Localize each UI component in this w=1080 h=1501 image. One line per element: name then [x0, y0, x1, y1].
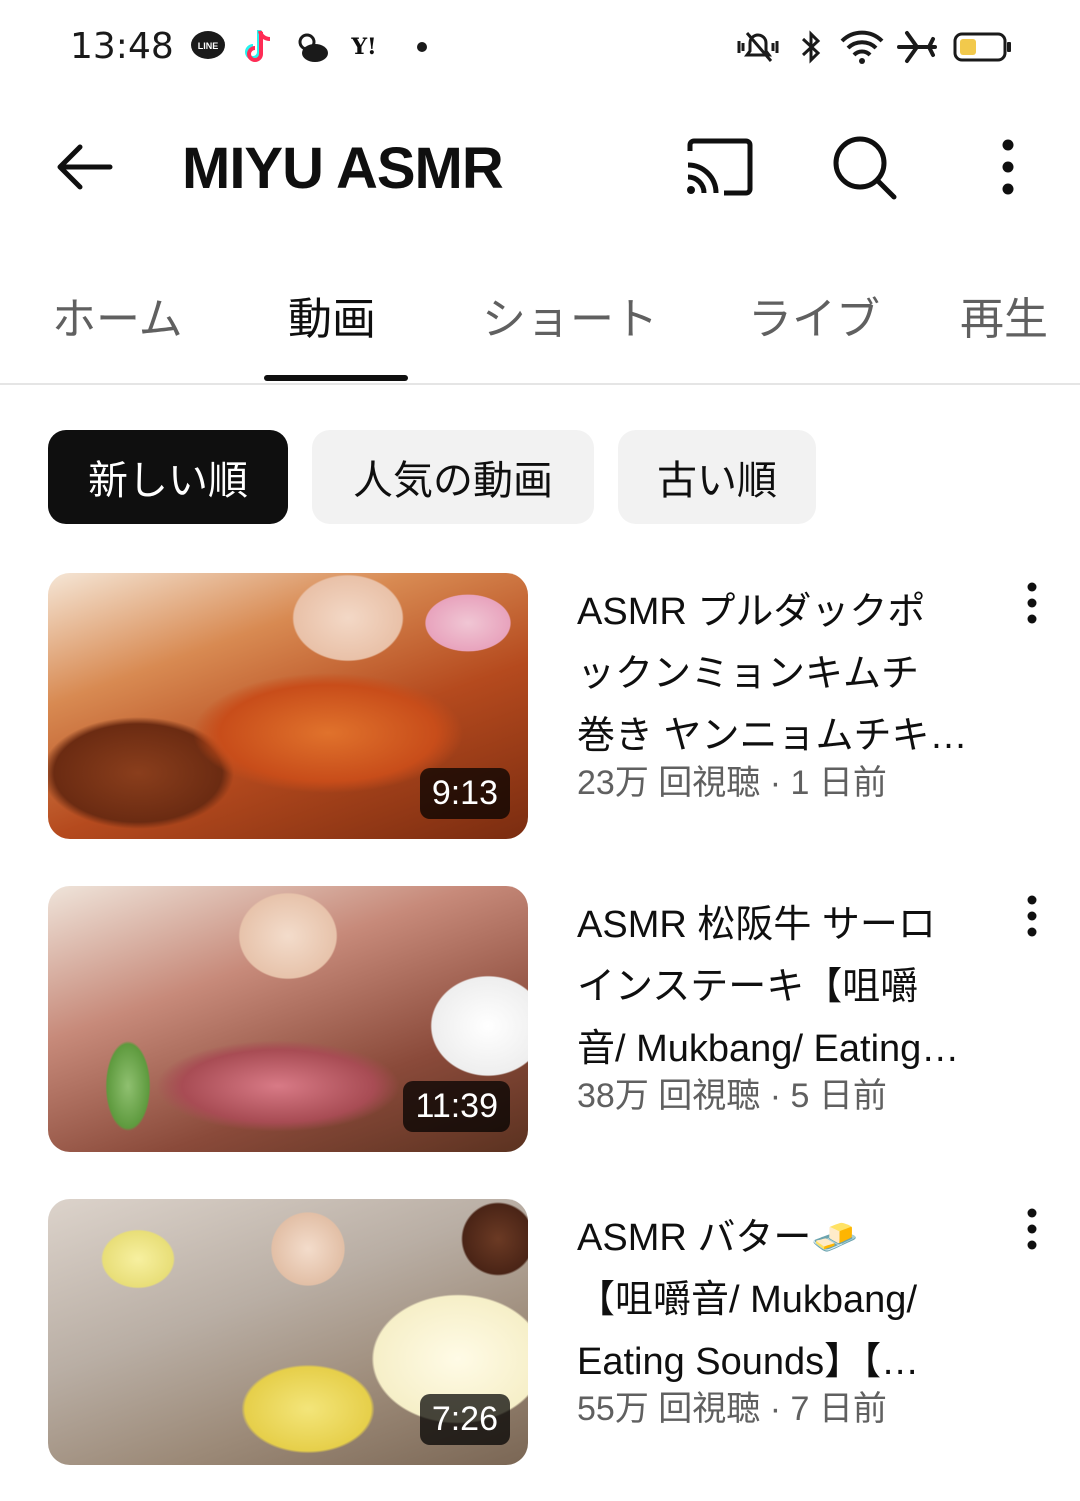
- video-title[interactable]: ASMR バター🧈 【咀嚼音/ Mukbang/ Eating Sounds】【…: [577, 1207, 997, 1393]
- video-title[interactable]: ASMR 松阪牛 サーロ インステーキ【咀嚼 音/ Mukbang/ Eatin…: [577, 894, 997, 1080]
- video-meta: 55万 回視聴 · 7 日前: [577, 1390, 887, 1428]
- search-icon[interactable]: [830, 133, 898, 201]
- tiktok-icon: [242, 28, 276, 66]
- svg-text:LINE: LINE: [198, 41, 219, 51]
- chip-oldest[interactable]: 古い順: [618, 430, 816, 524]
- tab-live[interactable]: ライブ: [748, 283, 880, 347]
- video-title[interactable]: ASMR プルダックポ ックンミョンキムチ 巻き ヤンニョムチキ…: [577, 581, 997, 767]
- dot-icon: [414, 28, 430, 66]
- bluetooth-icon: [796, 28, 826, 66]
- app-bar: MIYU ASMR: [0, 95, 1080, 245]
- wifi-icon: [838, 28, 886, 66]
- status-time: 13:48: [70, 26, 174, 67]
- weather-icon: [294, 28, 330, 66]
- chip-popular[interactable]: 人気の動画: [312, 430, 594, 524]
- line-icon: LINE: [190, 28, 226, 66]
- battery-icon: [952, 28, 1014, 66]
- tab-home[interactable]: ホーム: [52, 283, 183, 347]
- tab-videos[interactable]: 動画: [288, 283, 376, 347]
- video-duration: 9:13: [419, 768, 510, 819]
- active-tab-indicator: [264, 375, 408, 381]
- airplane-icon: [896, 28, 938, 66]
- channel-tabs: ホーム 動画 ショート ライブ 再生: [0, 245, 1080, 385]
- video-more-icon[interactable]: [1018, 1205, 1046, 1253]
- video-thumbnail[interactable]: 9:13: [48, 573, 528, 839]
- status-bar: 13:48 LINE Y!: [0, 0, 1080, 95]
- back-arrow-icon[interactable]: [52, 135, 116, 199]
- tab-shorts[interactable]: ショート: [482, 283, 658, 347]
- video-more-icon[interactable]: [1018, 892, 1046, 940]
- video-item[interactable]: 9:13 ASMR プルダックポ ックンミョンキムチ 巻き ヤンニョムチキ… 2…: [0, 573, 1080, 839]
- yahoo-icon: Y!: [351, 34, 377, 60]
- vibrate-icon: [734, 28, 782, 66]
- video-duration: 7:26: [419, 1394, 510, 1445]
- video-duration: 11:39: [403, 1081, 510, 1132]
- chip-newest[interactable]: 新しい順: [48, 430, 288, 524]
- cast-icon[interactable]: [684, 135, 756, 199]
- video-thumbnail[interactable]: 7:26: [48, 1199, 528, 1465]
- tab-playlists[interactable]: 再生: [960, 283, 1048, 347]
- more-options-icon[interactable]: [990, 135, 1026, 199]
- video-item[interactable]: 7:26 ASMR バター🧈 【咀嚼音/ Mukbang/ Eating Sou…: [0, 1199, 1080, 1465]
- video-more-icon[interactable]: [1018, 579, 1046, 627]
- video-thumbnail[interactable]: 11:39: [48, 886, 528, 1152]
- channel-title: MIYU ASMR: [182, 136, 504, 201]
- video-meta: 38万 回視聴 · 5 日前: [577, 1077, 887, 1115]
- video-item[interactable]: 11:39 ASMR 松阪牛 サーロ インステーキ【咀嚼 音/ Mukbang/…: [0, 886, 1080, 1152]
- video-meta: 23万 回視聴 · 1 日前: [577, 764, 887, 802]
